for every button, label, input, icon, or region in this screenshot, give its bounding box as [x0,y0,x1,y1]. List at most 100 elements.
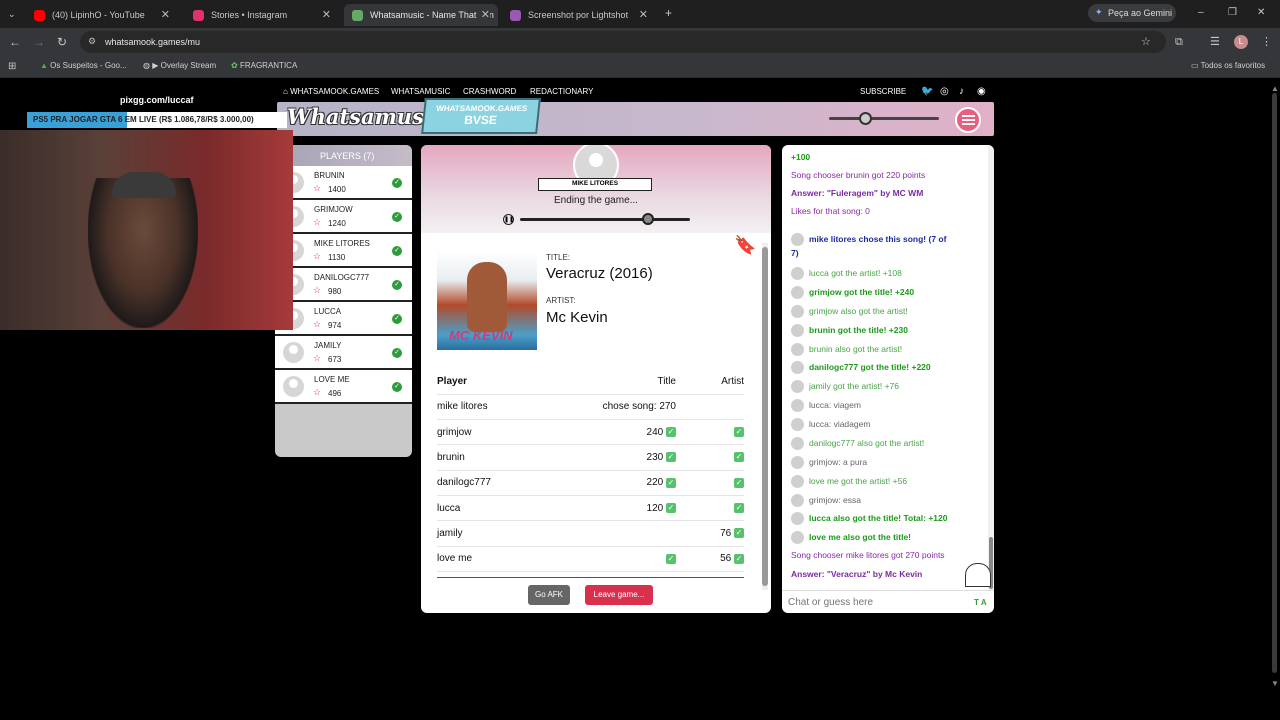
close-tab-icon[interactable]: ✕ [639,8,648,21]
nav-redactionary[interactable]: REDACTIONARY [530,87,593,96]
chat-text: lucca: viadagem [809,418,871,429]
title-score: 240 [646,426,664,438]
game-scrollbar[interactable] [762,243,768,590]
avatar [791,456,804,469]
home-icon: ⌂ [283,87,288,96]
menu-line [962,123,975,125]
browser-tab-bar: ⌄ (40) LipinhO - YouTube ✕ Stories • Ins… [0,0,1280,28]
volume-handle[interactable] [859,112,872,125]
chat-text: lucca also got the title! Total: +120 [809,512,948,523]
chat-message: brunin also got the artist! [791,343,902,356]
extensions-icon[interactable]: ⧉ [1175,36,1183,48]
webcam-overlay [0,130,293,330]
check-icon: ✓ [666,553,676,564]
ready-check-icon: ✓ [392,246,402,256]
nav-whatsamusic[interactable]: WHATSAMUSIC [391,87,450,96]
chat-message: lucca: viadagem [791,418,870,431]
minimize-icon[interactable]: – [1198,7,1204,19]
maximize-icon[interactable]: ❐ [1228,7,1237,19]
all-bookmarks[interactable]: ▭ Todos os favoritos [1191,61,1265,70]
result-player: brunin [437,444,577,471]
profile-avatar[interactable]: L [1234,35,1248,49]
chat-input-bar: T A [782,590,994,612]
bookmark-item[interactable]: ✿ FRAGRANTICA [231,61,297,70]
go-afk-button[interactable]: Go AFK [528,585,570,605]
address-bar[interactable]: ⚙ whatsamook.games/mu ☆ [80,31,1166,53]
player-row[interactable]: LOVE ME ☆ 496 ✓ [275,370,412,404]
bookmark-item[interactable]: ▲ Os Suspeitos - Goo... [40,61,127,70]
close-tab-icon[interactable]: ✕ [477,8,490,21]
check-icon: ✓ [666,452,676,463]
chat-text: grimjow: essa [809,494,861,505]
tiktok-icon[interactable]: ♪ [959,86,964,97]
results-row: brunin 230 ✓ ✓ [437,444,744,471]
chat-message: Answer: "Fuleragem" by MC WM [791,188,923,198]
result-title: 230 ✓ [577,444,682,471]
tab-instagram[interactable]: Stories • Instagram ✕ [185,4,339,26]
page-scroll-down-icon[interactable]: ▼ [1271,679,1279,688]
results-row: danilogc777 220 ✓ ✓ [437,470,744,496]
cover-figure [467,262,507,332]
folder-icon: ▭ [1191,61,1199,70]
avatar [791,343,804,356]
scroll-lock-button[interactable] [965,563,991,587]
player-row[interactable]: LUCCA ☆ 974 ✓ [275,302,412,336]
player-name: LOVE ME [314,375,350,384]
bookmark-song-icon[interactable]: 🔖 [734,235,756,256]
player-row[interactable]: JAMILY ☆ 673 ✓ [275,336,412,370]
song-progress-bar[interactable] [520,213,690,225]
tab-title: Screenshot por Lightshot [528,10,629,20]
chat-mode-badge[interactable]: T A [974,598,987,607]
more-menu-icon[interactable]: ⋮ [1261,36,1272,48]
forward-icon[interactable]: → [33,36,45,48]
nav-whatsamook-games[interactable]: ⌂ WHATSAMOOK.GAMES [283,87,379,96]
chat-scrollbar[interactable] [988,145,994,590]
close-window-icon[interactable]: ✕ [1257,7,1265,19]
hamburger-menu-button[interactable] [955,107,981,133]
bookmark-item[interactable]: ◍ ▶ Overlay Stream [143,61,216,70]
site-info-icon[interactable]: ⚙ [88,36,96,47]
page-scroll-up-icon[interactable]: ▲ [1271,84,1279,93]
reload-icon[interactable]: ↻ [57,36,67,48]
result-artist: ✓ [682,470,744,496]
url-text: whatsamook.games/mu [105,37,201,47]
subscribe-link[interactable]: SUBSCRIBE [860,87,906,96]
volume-slider[interactable] [829,112,939,125]
globe-icon: ◍ [143,61,150,70]
bookmark-star-icon[interactable]: ☆ [1141,35,1151,48]
tab-lightshot[interactable]: Screenshot por Lightshot ✕ [502,4,656,26]
apps-grid-icon[interactable]: ⊞ [8,61,16,73]
player-row[interactable]: BRUNIN ☆ 1400 ✓ [275,166,412,200]
chat-text: +100 [791,152,811,162]
song-progress-handle[interactable] [641,213,654,225]
chat-input[interactable] [788,593,968,611]
page-scrollbar[interactable] [1272,93,1277,673]
discord-icon[interactable]: ◉ [977,86,986,97]
player-row[interactable]: DANILOGC777 ☆ 980 ✓ [275,268,412,302]
leave-game-button[interactable]: Leave game... [585,585,653,605]
avatar [791,437,804,450]
instagram-icon[interactable]: ◎ [940,86,949,97]
pause-icon[interactable]: ❚❚ [503,214,514,225]
scrollbar-thumb[interactable] [762,247,768,586]
player-row[interactable]: MIKE LITORES ☆ 1130 ✓ [275,234,412,268]
star-icon: ☆ [313,387,322,397]
result-player: jamily [437,520,577,547]
tab-youtube[interactable]: (40) LipinhO - YouTube ✕ [26,4,178,26]
streamer-figure [88,178,198,328]
back-icon[interactable]: ← [9,36,21,48]
reading-list-icon[interactable]: ☰ [1210,36,1220,48]
close-tab-icon[interactable]: ✕ [322,8,331,21]
tab-whatsamusic[interactable]: Whatsamusic - Name That Tun ✕ [344,4,498,26]
nav-crashword[interactable]: CRASHWORD [463,87,516,96]
col-artist: Artist [682,369,744,395]
check-icon: ✓ [734,452,744,463]
youtube-icon [34,9,45,21]
new-tab-icon[interactable]: + [665,7,672,19]
gemini-button[interactable]: ✦ Peça ao Gemini [1088,4,1176,22]
chat-text: Song chooser brunin got 220 points [791,170,926,180]
twitter-icon[interactable]: 🐦 [921,86,933,97]
tab-list-icon[interactable]: ⌄ [8,8,16,20]
player-row[interactable]: GRIMJOW ☆ 1240 ✓ [275,200,412,234]
close-tab-icon[interactable]: ✕ [161,8,170,21]
